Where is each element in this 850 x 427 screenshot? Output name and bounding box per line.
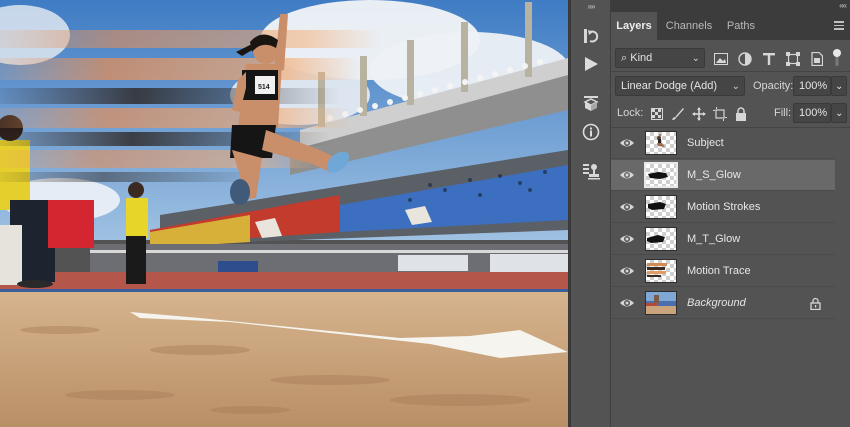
- history-icon[interactable]: [580, 25, 602, 47]
- collapse-panels-button[interactable]: ««: [839, 1, 847, 10]
- layer-row-m-t-glow[interactable]: M_T_Glow: [611, 224, 835, 255]
- tab-layers[interactable]: Layers: [611, 12, 657, 40]
- panel-header-bar: ««: [611, 0, 850, 12]
- visibility-eye-icon[interactable]: [619, 296, 635, 310]
- opacity-dropdown[interactable]: ⌄: [831, 76, 847, 96]
- opacity-input[interactable]: 100%: [793, 76, 831, 96]
- fill-input[interactable]: 100%: [793, 103, 831, 123]
- visibility-eye-icon[interactable]: [619, 200, 635, 214]
- fill-dropdown[interactable]: ⌄: [831, 103, 847, 123]
- layers-scrollbar[interactable]: [835, 128, 850, 427]
- opacity-label: Opacity:: [753, 80, 794, 92]
- filter-pixel-icon[interactable]: [713, 51, 729, 67]
- layer-thumbnail: [645, 291, 677, 315]
- separator: [611, 71, 850, 72]
- filter-adjustment-icon[interactable]: [737, 51, 753, 67]
- layer-thumbnail: [645, 259, 677, 283]
- layer-name: M_S_Glow: [687, 169, 741, 181]
- blend-row: Linear Dodge (Add) ⌄ Opacity: 100% ⌄: [611, 75, 850, 97]
- svg-text:514: 514: [258, 84, 270, 91]
- blend-mode-select[interactable]: Linear Dodge (Add) ⌄: [615, 76, 745, 96]
- lock-artboard-icon[interactable]: [712, 106, 728, 122]
- search-icon: ⌕: [621, 52, 628, 64]
- layer-name: M_T_Glow: [687, 233, 741, 245]
- chevron-down-icon: ⌄: [731, 81, 740, 92]
- filter-smart-object-icon[interactable]: [809, 51, 825, 67]
- layer-thumbnail: [644, 162, 678, 188]
- lock-label: Lock:: [617, 107, 644, 119]
- document-canvas[interactable]: 514: [0, 0, 568, 427]
- lock-icon[interactable]: [810, 297, 821, 313]
- filter-kind-value: Kind: [630, 52, 653, 64]
- blend-mode-value: Linear Dodge (Add): [621, 80, 718, 92]
- chevron-down-icon: ⌄: [691, 53, 700, 64]
- layer-thumbnail: [645, 131, 677, 155]
- layer-name: Motion Strokes: [687, 201, 761, 213]
- layer-name: Background: [687, 297, 746, 309]
- visibility-eye-icon[interactable]: [619, 136, 635, 150]
- lock-all-icon[interactable]: [733, 106, 749, 122]
- filter-kind-select[interactable]: ⌕ Kind ⌄: [615, 48, 705, 68]
- layer-thumbnail: [645, 227, 677, 251]
- visibility-eye-icon[interactable]: [619, 168, 635, 182]
- chevron-down-icon: ⌄: [835, 108, 844, 119]
- layer-filter-row: ⌕ Kind ⌄: [611, 47, 850, 69]
- visibility-eye-icon[interactable]: [619, 264, 635, 278]
- play-actions-icon[interactable]: [580, 53, 602, 75]
- expand-panels-button[interactable]: »»: [571, 2, 611, 14]
- chevron-down-icon: ⌄: [835, 81, 844, 92]
- layer-row-background[interactable]: Background: [611, 288, 835, 319]
- panel-tabs: Layers Channels Paths: [611, 12, 850, 40]
- filter-shape-icon[interactable]: [785, 51, 801, 67]
- visibility-eye-icon[interactable]: [619, 232, 635, 246]
- layers-panel: «« Layers Channels Paths ⌕ Kind ⌄ Linear…: [611, 0, 850, 427]
- fill-label: Fill:: [774, 107, 792, 119]
- lock-transparent-pixels-icon[interactable]: [649, 106, 665, 122]
- panel-menu-icon[interactable]: [834, 21, 844, 30]
- layer-name: Motion Trace: [687, 265, 751, 277]
- layer-thumbnail: [645, 195, 677, 219]
- filter-type-icon[interactable]: [761, 51, 777, 67]
- lock-position-icon[interactable]: [691, 106, 707, 122]
- info-icon[interactable]: [580, 121, 602, 143]
- layer-row-m-s-glow[interactable]: M_S_Glow: [611, 160, 835, 191]
- clone-source-icon[interactable]: [580, 160, 602, 182]
- lock-row: Lock: Fill: 100% ⌄: [611, 102, 850, 124]
- lock-image-pixels-icon[interactable]: [670, 106, 686, 122]
- layer-name: Subject: [687, 137, 724, 149]
- tab-channels[interactable]: Channels: [661, 12, 717, 40]
- panel-icon-strip: »»: [571, 0, 611, 427]
- layer-row-motion-strokes[interactable]: Motion Strokes: [611, 192, 835, 223]
- filter-toggle-icon[interactable]: [831, 48, 843, 68]
- tab-paths[interactable]: Paths: [723, 12, 759, 40]
- layer-row-subject[interactable]: Subject: [611, 128, 835, 159]
- canvas-photo: 514: [0, 0, 568, 427]
- 3d-cube-icon[interactable]: [580, 92, 602, 114]
- layer-row-motion-trace[interactable]: Motion Trace: [611, 256, 835, 287]
